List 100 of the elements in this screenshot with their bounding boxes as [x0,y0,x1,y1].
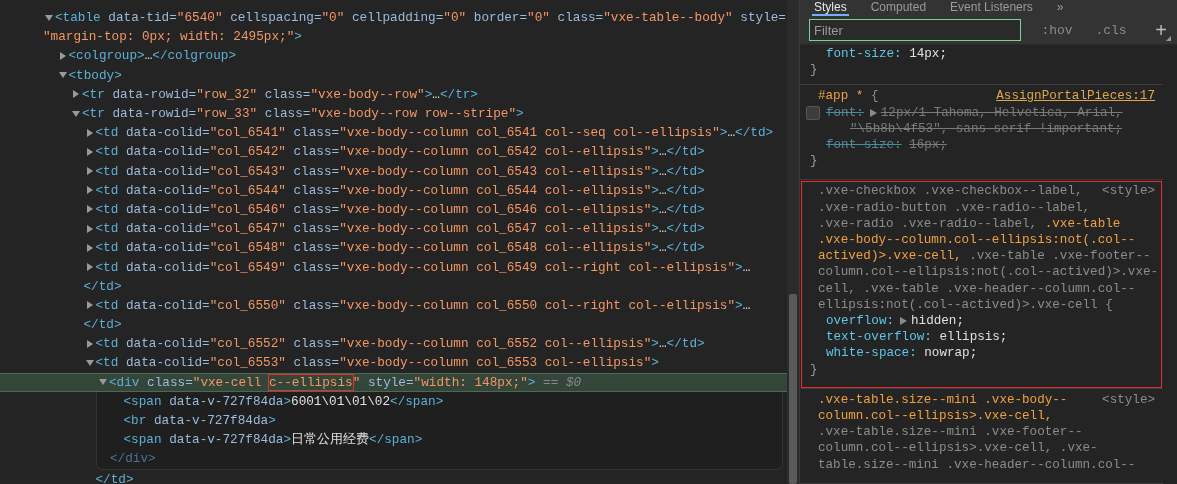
dom-node-row[interactable]: <td data-colid="col_6542" class="vxe-body--column col_6542 col--ellipsis">…</td> [0,142,787,162]
dom-node-row[interactable]: <td data-colid="col_6544" class="vxe-body--column col_6544 col--ellipsis">…</td> [0,180,787,200]
toolbar-toggle[interactable]: .cls [1093,22,1129,38]
rule-source-link[interactable]: <style> [1102,391,1155,408]
css-value: nowrap; [924,345,978,362]
caret-icon[interactable] [72,90,80,99]
checkbox[interactable] [806,105,820,120]
scrollbar[interactable] [787,0,800,484]
code-line: <td data-colid="col_6548" class="vxe-body--column col_6548 col--ellipsis">…</td> [95,239,705,258]
caret-icon[interactable] [85,339,94,348]
dom-node-row[interactable]: <tr data-rowid="row_32" class="vxe-body--row">…</tr> [0,84,787,104]
panel-tab[interactable]: Event Listeners [948,0,1035,16]
code-line: </div> [110,450,156,469]
css-selector: ellipsis:not(.col--actived)>.vxe-cell { [818,296,1114,313]
dom-node-row[interactable]: <div class="vxe-cell c--ellipsis" style="width: 148px;"> == $0 [0,372,787,392]
code-line: <td data-colid="col_6546" class="vxe-body--column col_6546 col--ellipsis">…</td> [95,200,705,219]
dom-node-row[interactable]: <td data-colid="col_6549" class="vxe-body--column col_6549 col--right col--ellipsis">… [0,257,787,277]
caret-icon[interactable] [58,51,67,60]
dom-node-row[interactable]: <tr data-rowid="row_33" class="vxe-body--row row--stripe"> [0,103,787,124]
code-line: <br data-v-727f84da> [123,412,276,431]
css-selector: cell, .vxe-table .vxe-header--column.col-- [818,280,1137,297]
closing-brace: } [810,62,819,79]
expand-arrow-icon[interactable] [869,108,877,117]
panel-tab[interactable]: Computed [868,0,929,16]
code-line: <td data-colid="col_6547" class="vxe-body--column col_6547 col--ellipsis">…</td> [95,220,705,239]
css-property: text-overflow: [826,329,932,346]
corner-triangle-icon [1166,35,1171,41]
closing-brace: } [810,361,819,378]
code-line: <div class="vxe-cell c--ellipsis" style="width: 148px;"> == $0 [109,373,582,392]
code-line: </td> [83,316,122,335]
caret-icon[interactable] [85,205,94,214]
code-line: <tr data-rowid="row_32" class="vxe-body--row">…</tr> [82,85,478,104]
css-selector: column.col--ellipsis:not(.col--actived)>.vxe- [818,264,1155,281]
code-line: <span data-v-727f84da>6001\01\01\02</span> [123,392,444,411]
rule-source-link[interactable]: AssignPortalPieces:17 [996,88,1155,105]
css-selector: .vxe-radio-button .vxe-radio--label, [818,199,1092,216]
dom-node-row[interactable]: <td data-colid="col_6553" class="vxe-body--column col_6553 col--ellipsis"> [0,353,787,373]
dom-node-row[interactable]: <td data-colid="col_6547" class="vxe-body--column col_6547 col--ellipsis">…</td> [0,219,787,239]
dom-node-row[interactable]: <colgroup>…</colgroup> [0,46,787,66]
css-selector: column.col--ellipsis>.vxe-cell, .vxe- [818,440,1099,457]
rule-source-link[interactable]: <style> [1102,183,1155,200]
css-value: hidden; [911,313,964,330]
code-line: <tbody> [68,66,122,85]
code-line: <td data-colid="col_6553" class="vxe-body--column col_6553 col--ellipsis"> [95,354,659,373]
caret-icon[interactable] [99,378,107,387]
code-line: <td data-colid="col_6552" class="vxe-body--column col_6552 col--ellipsis">…</td> [95,335,705,354]
css-selector: .vxe-table.size--mini .vxe-footer-- [818,424,1084,441]
caret-icon[interactable] [85,243,94,252]
css-selector: .vxe-radio .vxe-radio--label, .vxe-table [818,215,1122,232]
dom-node-row[interactable]: <tbody> [0,65,787,85]
caret-icon[interactable] [85,147,94,156]
filter-field[interactable]: Filter [809,19,1021,41]
dom-node-row[interactable]: <td data-colid="col_6548" class="vxe-body--column col_6548 col--ellipsis">…</td> [0,238,787,258]
dom-node-row[interactable]: <td data-colid="col_6550" class="vxe-body--column col_6550 col--right col--ellipsis">… [0,295,787,315]
caret-icon[interactable] [85,128,94,137]
dom-node-row[interactable]: <td data-colid="col_6552" class="vxe-body--column col_6552 col--ellipsis">…</td> [0,334,787,354]
code-line: <span data-v-727f84da>日常公用经费</span> [123,431,423,450]
code-line: </td> [83,277,122,296]
code-line: <td data-colid="col_6542" class="vxe-body--column col_6542 col--ellipsis">…</td> [95,143,705,162]
caret-icon[interactable] [85,224,94,233]
caret-icon[interactable] [85,358,94,367]
caret-icon[interactable] [85,263,94,272]
code-line: <tr data-rowid="row_33" class="vxe-body--row row--stripe"> [82,105,524,124]
css-selector: column.col--ellipsis>.vxe-cell, [818,407,1054,425]
css-selector: .vxe-body--column.col--ellipsis:not(.col-- [818,231,1137,249]
css-value: 14px; [909,46,947,63]
css-selector: actived)>.vxe-cell, .vxe-table .vxe-footer-- [818,248,1152,265]
caret-icon[interactable] [58,71,67,80]
new-rule-button[interactable]: + [1153,18,1169,42]
dom-node-row[interactable]: <td data-colid="col_6546" class="vxe-body--column col_6546 col--ellipsis">…</td> [0,199,787,220]
dom-node-row[interactable]: <td data-colid="col_6543" class="vxe-body--column col_6543 col--ellipsis">…</td> [0,161,787,181]
css-property: font-size: [826,46,902,63]
css-value: 12px/1 Tahoma, Helvetica, Arial, [880,104,1123,121]
dom-node-row[interactable]: <br data-v-727f84da> [97,410,782,431]
css-property: font: [826,104,864,121]
css-value: ellipsis; [939,329,1008,346]
caret-icon[interactable] [85,167,94,176]
css-value: 16px; [909,136,947,154]
dom-node-row[interactable]: <span data-v-727f84da>日常公用经费</span> [97,430,782,450]
css-selector: .vxe-table.size--mini .vxe-body-- [818,391,1068,408]
caret-icon[interactable] [72,109,80,118]
caret-icon[interactable] [45,13,53,22]
dom-node-row[interactable]: <td data-colid="col_6541" class="vxe-body--column col_6541 col--seq col--ellipsis">…</td> [0,123,787,143]
expand-arrow-icon[interactable] [900,317,908,326]
panel-tab[interactable]: » [1054,0,1066,16]
css-value: "\5b8b\4f53", sans-serif !important; [850,121,1123,136]
toolbar-toggle[interactable]: :hov [1039,22,1075,38]
caret-icon[interactable] [85,186,94,195]
code-line: <colgroup>…</colgroup> [68,47,237,66]
css-property: white-space: [826,345,917,362]
css-property: font-size: [826,136,902,154]
dom-node-row[interactable]: <span data-v-727f84da>6001\01\01\02</span> [97,391,782,411]
css-selector: #app * { [818,88,879,105]
code-line: <td data-colid="col_6550" class="vxe-body--column col_6550 col--right col--ellipsis">… [95,296,751,315]
code-line: <td data-colid="col_6544" class="vxe-body--column col_6544 col--ellipsis">…</td> [95,181,705,200]
code-line: </td> [95,470,134,484]
closing-brace: } [810,153,819,170]
css-property: overflow: [826,313,895,330]
caret-icon[interactable] [85,301,94,310]
css-selector: .vxe-checkbox .vxe-checkbox--label, [818,183,1083,200]
